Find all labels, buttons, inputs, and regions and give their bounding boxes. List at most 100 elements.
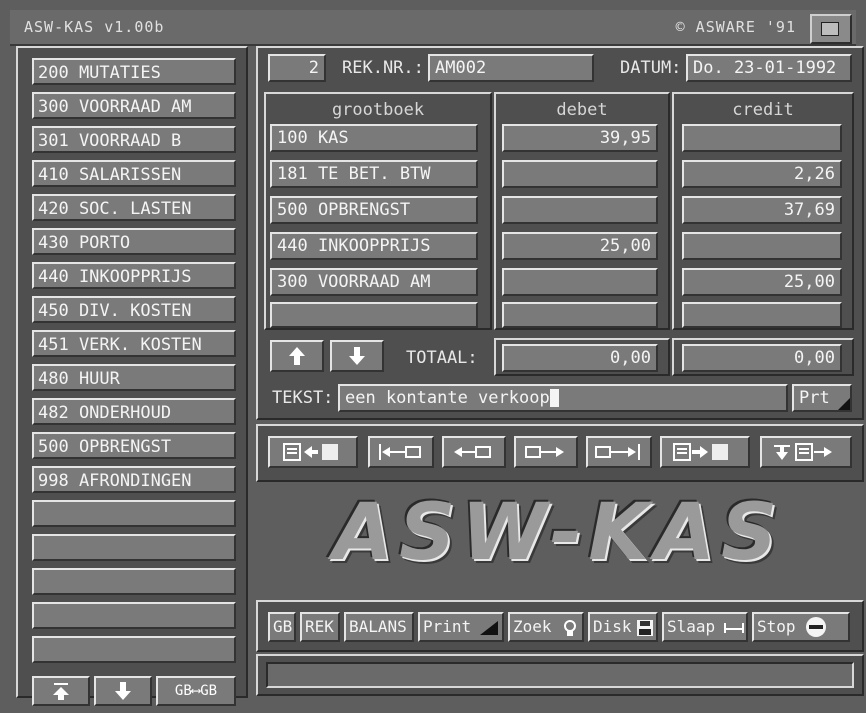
app-logo: ASW-KAS bbox=[332, 488, 784, 578]
account-item[interactable]: 410 SALARISSEN bbox=[32, 160, 236, 187]
corner-icon bbox=[838, 398, 850, 410]
last-icon bbox=[595, 444, 640, 460]
arrow-up-icon bbox=[289, 347, 305, 365]
slaap-label: Slaap bbox=[667, 617, 716, 636]
window-titlebar[interactable]: ASW-KAS v1.00b © ASWARE '91 bbox=[10, 10, 856, 46]
account-item[interactable]: 480 HUUR bbox=[32, 364, 236, 391]
insert-icon bbox=[774, 443, 832, 461]
account-item-empty[interactable] bbox=[32, 568, 236, 595]
row-credit-field[interactable] bbox=[682, 232, 842, 260]
account-item-empty[interactable] bbox=[32, 500, 236, 527]
list-left-icon bbox=[283, 443, 338, 461]
slaap-button[interactable]: Slaap bbox=[662, 612, 748, 642]
copyright-text: © ASWARE '91 bbox=[675, 18, 796, 36]
print-button[interactable]: Print bbox=[418, 612, 504, 642]
stop-icon bbox=[806, 617, 826, 637]
rek-number-field[interactable]: AM002 bbox=[428, 54, 594, 82]
account-item[interactable]: 482 ONDERHOUD bbox=[32, 398, 236, 425]
next-record-button[interactable] bbox=[514, 436, 578, 468]
last-record-button[interactable] bbox=[586, 436, 652, 468]
disk-label: Disk bbox=[593, 617, 632, 636]
row-credit-field[interactable] bbox=[682, 302, 842, 328]
prev-record-button[interactable] bbox=[442, 436, 506, 468]
print-label: Print bbox=[423, 617, 472, 636]
scroll-down-button[interactable] bbox=[94, 676, 152, 706]
account-item[interactable]: 300 VOORRAAD AM bbox=[32, 92, 236, 119]
row-account-field[interactable]: 440 INKOOPPRIJS bbox=[270, 232, 478, 260]
list-to-form-button[interactable] bbox=[268, 436, 358, 468]
account-item[interactable]: 998 AFRONDINGEN bbox=[32, 466, 236, 493]
window-depth-gadget-icon[interactable] bbox=[810, 14, 852, 44]
account-item[interactable]: 420 SOC. LASTEN bbox=[32, 194, 236, 221]
arrow-down-icon bbox=[349, 347, 365, 365]
row-down-button[interactable] bbox=[330, 340, 384, 372]
grootboek-header: grootboek bbox=[331, 100, 425, 120]
account-item[interactable]: 200 MUTATIES bbox=[32, 58, 236, 85]
arrow-down-icon bbox=[115, 682, 131, 700]
balans-button[interactable]: BALANS bbox=[344, 612, 414, 642]
row-debet-field[interactable]: 25,00 bbox=[502, 232, 658, 260]
prev-icon bbox=[454, 446, 491, 458]
row-up-button[interactable] bbox=[270, 340, 324, 372]
booking-panel: 2 REK.NR.: AM002 DATUM: Do. 23-01-1992 g… bbox=[256, 46, 864, 420]
rek-button[interactable]: REK bbox=[300, 612, 340, 642]
text-cursor bbox=[549, 389, 559, 407]
account-item[interactable]: 440 INKOOPPRIJS bbox=[32, 262, 236, 289]
zoek-label: Zoek bbox=[513, 617, 552, 636]
rek-label: REK.NR.: bbox=[342, 58, 424, 78]
disk-icon bbox=[637, 620, 653, 636]
disk-button[interactable]: Disk bbox=[588, 612, 658, 642]
stop-button[interactable]: Stop bbox=[752, 612, 850, 642]
account-list-panel: 200 MUTATIES 300 VOORRAAD AM 301 VOORRAA… bbox=[16, 46, 248, 706]
first-icon bbox=[379, 444, 421, 460]
zoek-button[interactable]: Zoek bbox=[508, 612, 584, 642]
record-toolbar bbox=[256, 424, 864, 482]
credit-total-field: 0,00 bbox=[682, 344, 842, 372]
row-debet-field[interactable] bbox=[502, 196, 658, 224]
sleep-icon bbox=[724, 623, 744, 633]
entry-number-field[interactable]: 2 bbox=[268, 54, 326, 82]
account-item-empty[interactable] bbox=[32, 602, 236, 629]
prt-button[interactable]: Prt bbox=[792, 384, 852, 412]
lightbulb-icon bbox=[564, 620, 576, 636]
account-item[interactable]: 430 PORTO bbox=[32, 228, 236, 255]
window-title: ASW-KAS v1.00b bbox=[24, 18, 165, 36]
row-debet-field[interactable] bbox=[502, 160, 658, 188]
account-item[interactable]: 450 DIV. KOSTEN bbox=[32, 296, 236, 323]
row-account-field[interactable]: 300 VOORRAAD AM bbox=[270, 268, 478, 296]
row-credit-field[interactable]: 2,26 bbox=[682, 160, 842, 188]
row-debet-field[interactable] bbox=[502, 302, 658, 328]
account-item-empty[interactable] bbox=[32, 636, 236, 663]
gb-button[interactable]: GB bbox=[268, 612, 296, 642]
row-debet-field[interactable] bbox=[502, 268, 658, 296]
account-item[interactable]: 500 OPBRENGST bbox=[32, 432, 236, 459]
arrow-top-icon bbox=[53, 683, 69, 700]
description-text: een kontante verkoop bbox=[345, 388, 550, 408]
account-item-empty[interactable] bbox=[32, 534, 236, 561]
status-bar bbox=[256, 654, 864, 696]
logo-area: ASW-KAS bbox=[256, 482, 860, 592]
insert-record-button[interactable] bbox=[760, 436, 852, 468]
row-debet-field[interactable]: 39,95 bbox=[502, 124, 658, 152]
debet-header: debet bbox=[556, 100, 608, 120]
gb-swap-button[interactable]: GB⟷GB bbox=[156, 676, 236, 706]
row-credit-field[interactable]: 25,00 bbox=[682, 268, 842, 296]
print-icon bbox=[480, 621, 498, 635]
account-item[interactable]: 451 VERK. KOSTEN bbox=[32, 330, 236, 357]
totaal-label: TOTAAL: bbox=[406, 348, 478, 368]
account-item[interactable]: 301 VOORRAAD B bbox=[32, 126, 236, 153]
date-field[interactable]: Do. 23-01-1992 bbox=[686, 54, 852, 82]
row-account-field[interactable]: 100 KAS bbox=[270, 124, 478, 152]
description-field[interactable]: een kontante verkoop bbox=[338, 384, 788, 412]
credit-header: credit bbox=[732, 100, 794, 120]
row-account-field[interactable]: 181 TE BET. BTW bbox=[270, 160, 478, 188]
scroll-top-button[interactable] bbox=[32, 676, 90, 706]
row-account-field[interactable]: 500 OPBRENGST bbox=[270, 196, 478, 224]
stop-label: Stop bbox=[757, 617, 796, 636]
form-to-list-button[interactable] bbox=[660, 436, 750, 468]
row-credit-field[interactable] bbox=[682, 124, 842, 152]
debet-total-field: 0,00 bbox=[502, 344, 658, 372]
row-credit-field[interactable]: 37,69 bbox=[682, 196, 842, 224]
row-account-field[interactable] bbox=[270, 302, 478, 328]
first-record-button[interactable] bbox=[368, 436, 434, 468]
